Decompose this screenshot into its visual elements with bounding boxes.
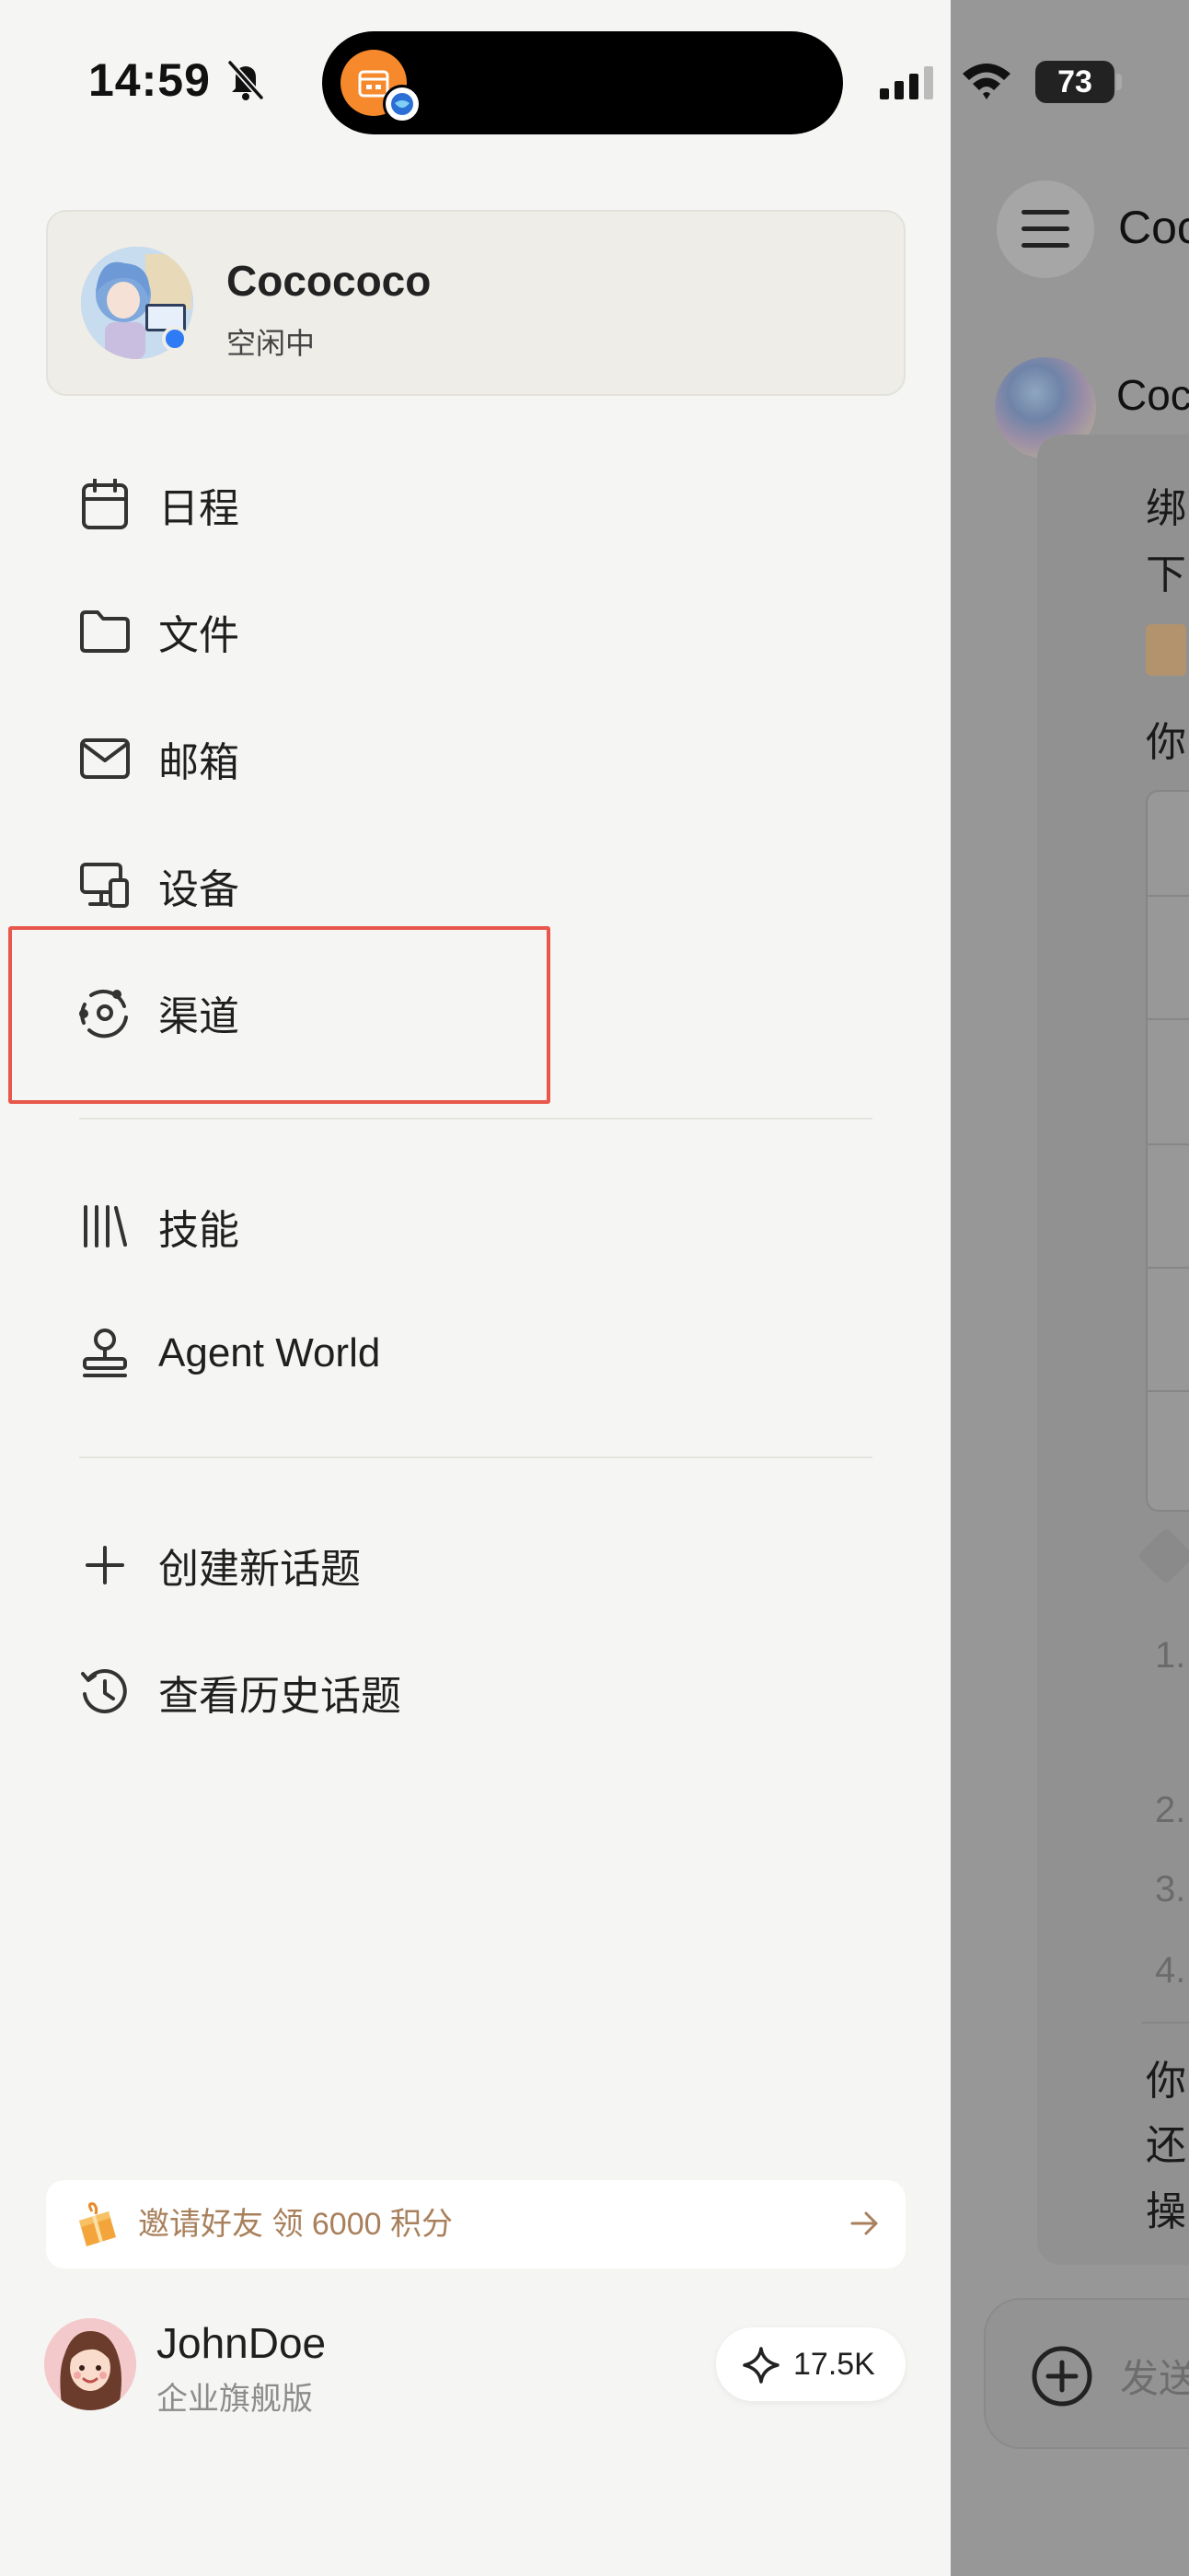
list-number: 2. bbox=[1155, 1790, 1186, 1830]
menu-item-label: 创建新话题 bbox=[158, 1547, 361, 1592]
chat-text-fragment: 操 bbox=[1146, 2189, 1186, 2234]
gift-icon bbox=[79, 2202, 116, 2246]
menu-divider bbox=[79, 1456, 872, 1458]
menu-item-label: 查看历史话题 bbox=[158, 1674, 401, 1719]
chat-text-fragment: 你 bbox=[1146, 2059, 1186, 2104]
menu-item-history[interactable]: 查看历史话题 bbox=[77, 1655, 869, 1729]
invite-friends-banner[interactable]: 邀请好友 领 6000 积分 bbox=[46, 2180, 906, 2269]
menu-item-new-topic[interactable]: 创建新话题 bbox=[77, 1528, 869, 1602]
wifi-icon bbox=[963, 64, 1010, 99]
folder-icon bbox=[77, 604, 133, 659]
screen: Coc Coc 绑 下 你 1. 2. 3. 4. 你 还 操 发送 Cococ… bbox=[0, 0, 1189, 2576]
menu-item-devices[interactable]: 设备 bbox=[77, 849, 869, 922]
invite-text: 邀请好友 领 6000 积分 bbox=[138, 2207, 453, 2242]
chat-title: Coc bbox=[1118, 202, 1189, 253]
section-divider bbox=[1142, 2022, 1189, 2024]
chat-table bbox=[1146, 790, 1189, 1512]
chat-text-fragment: 你 bbox=[1146, 720, 1186, 765]
user-name: JohnDoe bbox=[156, 2319, 327, 2367]
table-row-divider bbox=[1146, 1390, 1189, 1392]
menu-icon bbox=[1022, 210, 1069, 248]
user-avatar-image bbox=[44, 2318, 136, 2410]
user-avatar[interactable] bbox=[44, 2318, 136, 2410]
agent-name: Cocococo bbox=[226, 257, 432, 305]
library-icon bbox=[77, 1199, 133, 1254]
history-icon bbox=[77, 1665, 133, 1720]
menu-item-schedule[interactable]: 日程 bbox=[77, 468, 869, 541]
agent-profile-card[interactable]: Cocococo 空闲中 bbox=[46, 210, 906, 396]
menu-item-label: 邮箱 bbox=[158, 740, 239, 785]
menu-item-skills[interactable]: 技能 bbox=[77, 1189, 869, 1263]
status-bar: 14:59 73 bbox=[0, 0, 1189, 166]
devices-icon bbox=[77, 858, 133, 913]
dynamic-island[interactable] bbox=[322, 31, 843, 134]
chat-input-placeholder[interactable]: 发送 bbox=[1120, 2348, 1189, 2404]
menu-item-files[interactable]: 文件 bbox=[77, 595, 869, 668]
menu-item-label: Agent World bbox=[158, 1330, 381, 1375]
menu-divider bbox=[79, 1118, 872, 1120]
sparkle-icon bbox=[743, 2347, 779, 2384]
user-plan: 企业旗舰版 bbox=[156, 2382, 313, 2417]
online-status-dot bbox=[162, 326, 188, 352]
chat-background[interactable]: Coc Coc 绑 下 你 1. 2. 3. 4. 你 还 操 发送 bbox=[951, 0, 1189, 2576]
plus-icon bbox=[77, 1537, 133, 1593]
table-row-divider bbox=[1146, 1018, 1189, 1020]
arrow-right-icon bbox=[850, 2211, 878, 2235]
list-number: 3. bbox=[1155, 1869, 1186, 1909]
status-time: 14:59 bbox=[88, 54, 211, 106]
table-row-divider bbox=[1146, 1267, 1189, 1269]
list-number: 1. bbox=[1155, 1635, 1186, 1676]
chat-text-fragment: 还 bbox=[1146, 2123, 1186, 2168]
add-attachment-icon[interactable] bbox=[1030, 2344, 1094, 2408]
chat-menu-button[interactable] bbox=[997, 180, 1094, 278]
table-row-divider bbox=[1146, 1143, 1189, 1145]
menu-item-label: 文件 bbox=[158, 613, 239, 658]
menu-item-agent-world[interactable]: Agent World bbox=[77, 1317, 869, 1390]
credits-value: 17.5K bbox=[793, 2347, 875, 2382]
credits-badge[interactable]: 17.5K bbox=[716, 2327, 906, 2401]
battery-icon: 73 bbox=[1035, 61, 1114, 103]
app-badge-icon bbox=[383, 85, 421, 123]
agent-status: 空闲中 bbox=[226, 327, 316, 360]
chat-text-fragment: 绑 bbox=[1146, 486, 1186, 531]
menu-item-mailbox[interactable]: 邮箱 bbox=[77, 722, 869, 795]
battery-cap bbox=[1116, 74, 1122, 90]
menu-item-label: 设备 bbox=[158, 867, 239, 912]
side-drawer: Cocococo 空闲中 日程 文件 邮箱 设备 渠道 技能 Agent Wor… bbox=[0, 0, 951, 2576]
battery-level: 73 bbox=[1057, 64, 1092, 99]
menu-item-label: 日程 bbox=[158, 486, 239, 531]
bell-muted-icon bbox=[227, 60, 264, 100]
chat-agent-name: Coc bbox=[1116, 371, 1189, 419]
highlight-box bbox=[8, 926, 550, 1104]
menu-item-label: 技能 bbox=[158, 1208, 239, 1253]
clipboard-emoji-icon bbox=[1146, 624, 1186, 676]
list-number: 4. bbox=[1155, 1950, 1186, 1990]
mail-icon bbox=[77, 731, 133, 786]
table-row-divider bbox=[1146, 895, 1189, 897]
calendar-icon bbox=[77, 477, 133, 532]
stamp-icon bbox=[77, 1326, 133, 1381]
cellular-signal-icon bbox=[880, 66, 933, 99]
chat-text-fragment: 下 bbox=[1146, 552, 1186, 598]
